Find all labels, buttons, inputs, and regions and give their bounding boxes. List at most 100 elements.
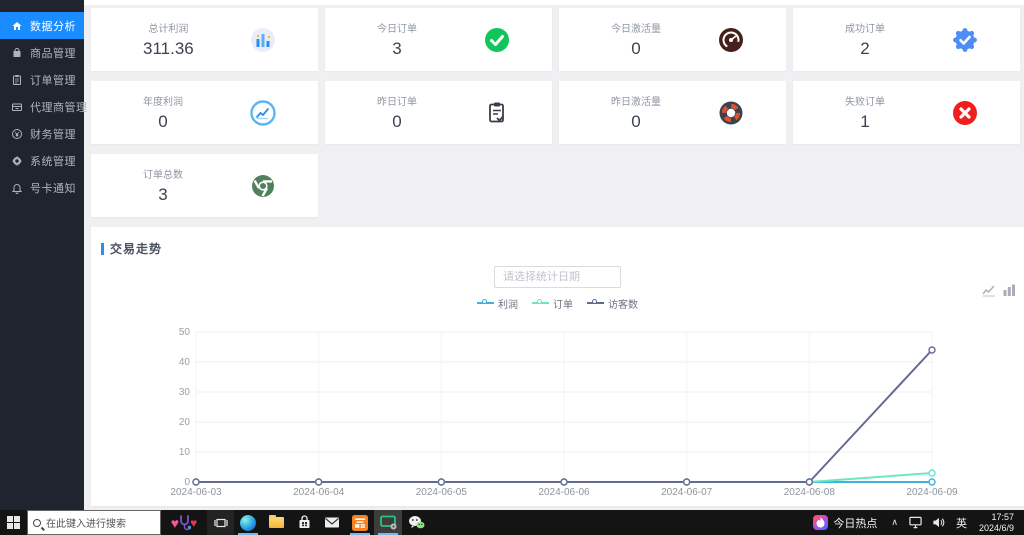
- gauge-icon: [718, 27, 744, 53]
- clock-date: 2024/6/9: [978, 522, 1014, 533]
- chart-legend: 利润 订单 访客数: [91, 296, 1024, 311]
- legend-marker: [532, 299, 549, 304]
- svg-text:2024-06-09: 2024-06-09: [906, 487, 958, 498]
- bar-chart-icon: [250, 27, 276, 53]
- svg-text:2024-06-04: 2024-06-04: [293, 487, 345, 498]
- stat-value: 0: [392, 112, 402, 131]
- sidebar-item-label: 财务管理: [30, 128, 76, 141]
- trend-line-chart[interactable]: 010203040502024-06-03 2024-06-04 2024-06-0…: [91, 324, 1024, 502]
- stat-card-total-profit: 总计利润 311.36: [91, 8, 318, 71]
- edge-browser-button[interactable]: [234, 510, 262, 535]
- search-placeholder-text: 在此键入进行搜索: [46, 519, 126, 530]
- gear-icon: [10, 154, 23, 167]
- chart-toolbox: [982, 283, 1016, 297]
- hearts-sticker-icon[interactable]: ♥ ♥: [161, 510, 207, 535]
- legend-marker: [587, 299, 604, 304]
- taskbar-search[interactable]: 在此键入进行搜索: [27, 510, 161, 535]
- sidebar-item-label: 号卡通知: [30, 182, 76, 195]
- stat-value: 1: [860, 112, 870, 131]
- wechat-icon: [408, 516, 424, 529]
- magic-type-bar-icon[interactable]: [1002, 283, 1016, 297]
- sidebar-item-system[interactable]: 系统管理: [0, 147, 84, 174]
- sidebar-item-label: 商品管理: [30, 47, 76, 60]
- sidebar-item-data-analysis[interactable]: 数据分析: [0, 12, 84, 39]
- trend-panel: 交易走势 利润 订单 访客数 010203040502024-06-032024…: [91, 227, 1024, 506]
- svg-text:30: 30: [179, 387, 191, 398]
- stat-label: 总计利润: [148, 24, 189, 35]
- hot-news-icon: [813, 515, 829, 530]
- sidebar-item-label: 数据分析: [30, 20, 76, 33]
- svg-text:20: 20: [179, 417, 191, 428]
- svg-text:2024-06-07: 2024-06-07: [661, 487, 713, 498]
- title-marker: [101, 242, 104, 255]
- legend-item[interactable]: 利润: [477, 296, 518, 311]
- legend-item[interactable]: 订单: [532, 296, 573, 311]
- legend-marker: [477, 299, 494, 304]
- stat-label: 成功订单: [845, 24, 885, 35]
- stat-label: 订单总数: [143, 170, 183, 181]
- desktop-screen: 数据分析 商品管理 订单管理 代理商管理 财务管理 系统管理 号卡通知 总计利润…: [0, 0, 1024, 535]
- stat-card-success-orders: 成功订单 2: [793, 8, 1020, 71]
- stat-value: 3: [158, 185, 168, 204]
- windows-taskbar: 在此键入进行搜索 ♥ ♥ 今日热点 ∧ 英 17:57 2024/6/9: [0, 510, 1024, 535]
- stat-card-today-orders: 今日订单 3: [325, 8, 552, 71]
- top-strip: [84, 0, 1024, 5]
- stat-value: 2: [860, 39, 870, 58]
- sidebar-item-goods[interactable]: 商品管理: [0, 39, 84, 66]
- ime-indicator[interactable]: 英: [950, 515, 973, 531]
- panel-title: 交易走势: [110, 242, 163, 256]
- clipboard-check-icon: [484, 100, 510, 126]
- stat-label: 失败订单: [845, 97, 885, 108]
- legend-item[interactable]: 访客数: [587, 296, 638, 311]
- order-icon: [10, 73, 23, 86]
- sidebar-item-card-notice[interactable]: 号卡通知: [0, 174, 84, 201]
- microsoft-store-button[interactable]: [290, 510, 318, 535]
- sidebar-item-agents[interactable]: 代理商管理: [0, 93, 87, 120]
- chrome-icon: [250, 173, 276, 199]
- agent-icon: [10, 100, 23, 113]
- finance-icon: [10, 127, 23, 140]
- tray-expand-chevron[interactable]: ∧: [885, 517, 904, 528]
- date-picker-input[interactable]: [494, 266, 621, 288]
- system-tray: 今日热点 ∧ 英 17:57 2024/6/9: [805, 510, 1024, 535]
- magic-type-line-icon[interactable]: [982, 283, 996, 297]
- svg-text:50: 50: [179, 327, 191, 338]
- mail-button[interactable]: [318, 510, 346, 535]
- stat-label: 今日激活量: [611, 24, 661, 35]
- svg-text:2024-06-03: 2024-06-03: [170, 487, 222, 498]
- task-view-button[interactable]: [207, 510, 234, 535]
- home-icon: [10, 19, 23, 32]
- screen-share-icon: [379, 515, 396, 530]
- display-tray-icon[interactable]: [904, 516, 927, 529]
- main-content: 总计利润 311.36 今日订单 3 今日激活量 0 成功订单 2 年度利润 0 昨日订单…: [84, 0, 1024, 510]
- stat-value: 0: [631, 39, 641, 58]
- check-circle-icon: [484, 27, 510, 53]
- stat-label: 今日订单: [377, 24, 417, 35]
- stat-value: 311.36: [143, 39, 194, 58]
- file-explorer-button[interactable]: [262, 510, 290, 535]
- sunlogin-button[interactable]: [346, 510, 374, 535]
- hotspot-label: 今日热点: [833, 517, 878, 530]
- sidebar-item-label: 订单管理: [30, 74, 76, 87]
- stat-card-total-orders: 订单总数 3: [91, 154, 318, 217]
- edge-icon: [240, 514, 256, 531]
- stat-value: 3: [392, 39, 402, 58]
- start-button[interactable]: [0, 510, 27, 535]
- svg-text:2024-06-08: 2024-06-08: [784, 487, 836, 498]
- screen-share-button[interactable]: [374, 510, 402, 535]
- lifebuoy-icon: [718, 100, 744, 126]
- sidebar-item-orders[interactable]: 订单管理: [0, 66, 84, 93]
- folder-icon: [268, 515, 284, 528]
- line-chart-circle-icon: [250, 99, 276, 126]
- stat-label: 昨日激活量: [611, 97, 661, 108]
- stat-value: 0: [158, 112, 168, 131]
- wechat-button[interactable]: [402, 510, 430, 535]
- volume-tray-icon[interactable]: [927, 516, 950, 529]
- windows-logo-icon: [7, 516, 20, 529]
- search-icon: [33, 518, 41, 527]
- sidebar-item-finance[interactable]: 财务管理: [0, 120, 84, 147]
- hotspot-news-button[interactable]: 今日热点: [805, 515, 885, 531]
- clock[interactable]: 17:57 2024/6/9: [973, 512, 1024, 534]
- clock-time: 17:57: [991, 511, 1014, 522]
- sidebar-item-label: 代理商管理: [30, 101, 88, 114]
